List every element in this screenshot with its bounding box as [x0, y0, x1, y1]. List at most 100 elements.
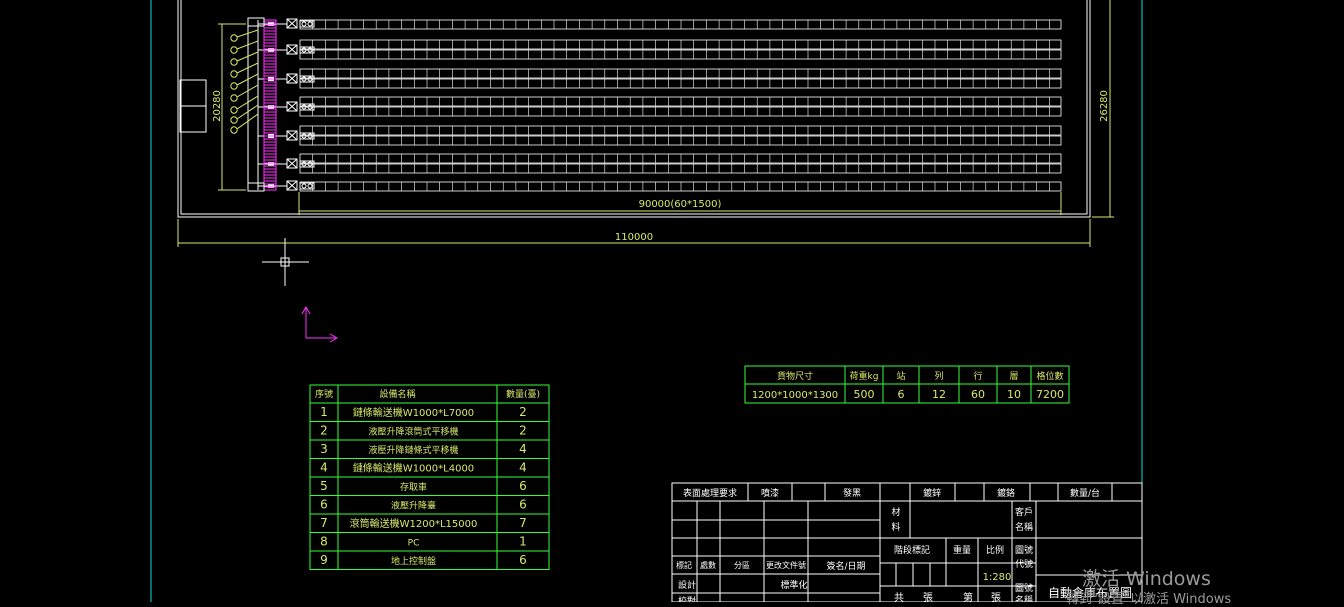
tb-zone: 分區 — [734, 561, 750, 570]
equipment-cell: 鏈條輸送機W1000*L4000 — [353, 462, 474, 475]
equipment-cell: 液壓升降滾筒式平移機 — [368, 426, 458, 438]
tb-bottom-2: 張 — [923, 592, 933, 602]
equipment-cell: 6 — [519, 553, 527, 567]
tb-code-2: 代號 — [1015, 558, 1033, 570]
equipment-cell: 3 — [320, 442, 328, 456]
rack-row — [258, 125, 1062, 146]
spec-value: 6 — [898, 388, 905, 401]
activation-watermark-subtitle: 轉到"設置"以激活 Windows — [1066, 592, 1232, 607]
equipment-cell: 5 — [320, 479, 328, 493]
title-block-text: 表面處理要求 噴漆 發黑 鍍鋅 鍍鉻 數量/台 材 料 客戶 名稱 階段標記 重… — [676, 487, 1132, 602]
dim-90000: 90000(60*1500) — [639, 199, 722, 210]
title-block — [671, 482, 1143, 602]
tb-stage-mark: 階段標記 — [894, 544, 930, 556]
tb-drawing-name-2: 名稱 — [1015, 594, 1033, 602]
spec-value: 60 — [971, 388, 985, 401]
tb-chrome: 鍍鉻 — [997, 487, 1015, 499]
rack-row — [258, 18, 1062, 30]
ucs-icon — [301, 305, 339, 343]
spec-header: 行 — [973, 370, 982, 382]
tb-bottom-1: 共 — [894, 592, 904, 602]
tb-material-1: 材 — [891, 506, 900, 518]
tb-spray-paint: 噴漆 — [761, 487, 779, 499]
tb-customer-2: 名稱 — [1015, 521, 1033, 533]
equipment-cell: 6 — [519, 479, 527, 493]
equipment-header: 設備名稱 — [379, 388, 415, 400]
spec-value: 10 — [1007, 388, 1021, 401]
equipment-cell: PC — [408, 539, 420, 549]
spec-value: 500 — [854, 388, 875, 401]
item-balloons — [230, 29, 259, 134]
equipment-cell: 液壓升降臺 — [391, 500, 436, 512]
crosshair-cursor[interactable] — [262, 238, 309, 286]
equipment-cell: 1 — [519, 535, 527, 549]
balloon — [230, 46, 238, 54]
rack-row — [258, 39, 1062, 60]
tb-scale: 比例 — [986, 544, 1004, 556]
spec-table: 貨物尺寸 荷重kg 站 列 行 層 格位數 1200*1000*1300 500 6 12 60 10 7… — [744, 365, 1070, 404]
spec-header: 站 — [896, 370, 905, 382]
equipment-cell: 2 — [519, 405, 527, 419]
dim-20280: 20280 — [212, 90, 223, 122]
balloon — [230, 82, 238, 90]
equipment-cell: 6 — [519, 498, 527, 512]
spec-header: 荷重kg — [850, 370, 879, 382]
tb-weight: 重量 — [953, 544, 971, 556]
spec-header: 貨物尺寸 — [777, 370, 813, 382]
tb-proofread: 校對 — [678, 595, 696, 602]
balloon — [230, 116, 238, 124]
tb-customer-1: 客戶 — [1015, 506, 1033, 518]
rack-row — [258, 96, 1062, 117]
tb-galvanize: 鍍鋅 — [923, 487, 941, 499]
rack-row — [258, 180, 1062, 192]
tb-qty-per-set: 數量/台 — [1070, 487, 1100, 499]
equipment-cell: 地上控制盤 — [391, 555, 436, 567]
balloon — [230, 94, 238, 102]
equipment-cell: 8 — [320, 535, 328, 549]
balloon — [230, 106, 238, 114]
activation-watermark-title: 激活 Windows — [1082, 568, 1211, 590]
tb-drawing-name-1: 圖號 — [1015, 582, 1033, 594]
tb-blackening: 發黑 — [843, 487, 861, 499]
equipment-table: 序號 設備名稱 數量(臺) 1 鏈條輸送機W1000*L7000 2 2 液壓升降滾筒式平移機… — [309, 384, 550, 570]
tb-standardize: 標準化 — [780, 579, 807, 591]
tb-mark: 標記 — [676, 560, 692, 570]
rack-rows — [258, 18, 1062, 192]
equipment-cell: 2 — [320, 424, 328, 438]
balloon — [230, 34, 238, 42]
drawing-frame — [150, 0, 1143, 602]
equipment-cell: 1 — [320, 405, 328, 419]
equipment-cell: 4 — [519, 442, 527, 456]
tb-change-doc: 更改文件號 — [766, 560, 806, 570]
warehouse-outline — [177, 0, 1091, 218]
equipment-cell: 鏈條輸送機W1000*L7000 — [353, 406, 474, 419]
tb-bottom-3: 第 — [963, 591, 973, 602]
balloon — [230, 126, 238, 134]
equipment-header: 數量(臺) — [506, 388, 540, 400]
equipment-cell: 6 — [320, 498, 328, 512]
equipment-header: 序號 — [315, 388, 333, 400]
spec-header: 格位數 — [1036, 370, 1063, 382]
tb-surface-treatment: 表面處理要求 — [683, 487, 737, 499]
spec-value: 7200 — [1036, 388, 1064, 401]
tb-design: 設計 — [678, 579, 696, 591]
tb-sign-date: 簽名/日期 — [826, 560, 865, 572]
equipment-cell: 存取車 — [400, 481, 427, 493]
equipment-cell: 4 — [519, 461, 527, 475]
balloon — [230, 58, 238, 66]
balloon — [230, 70, 238, 78]
equipment-cell: 7 — [320, 516, 328, 530]
spec-header: 列 — [934, 370, 943, 382]
equipment-cell: 2 — [519, 424, 527, 438]
tb-count: 處數 — [700, 560, 716, 570]
dim-110000: 110000 — [615, 232, 653, 243]
spec-value: 12 — [932, 388, 946, 401]
equipment-cell: 4 — [320, 461, 328, 475]
rack-row — [258, 68, 1062, 89]
tb-material-2: 料 — [891, 521, 900, 533]
equipment-cell: 7 — [519, 516, 527, 530]
tb-bottom-4: 張 — [991, 592, 1001, 602]
spec-value: 1200*1000*1300 — [752, 390, 838, 401]
equipment-cell: 液壓升降鏈條式平移機 — [368, 444, 458, 456]
cad-drawing: 90000(60*1500) 110000 20280 26280 序號 設備名稱… — [150, 0, 1143, 602]
